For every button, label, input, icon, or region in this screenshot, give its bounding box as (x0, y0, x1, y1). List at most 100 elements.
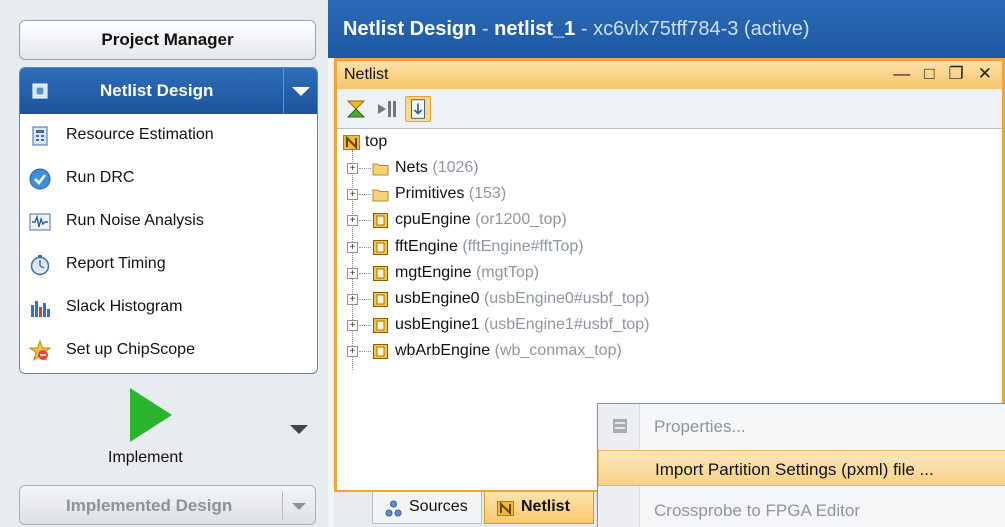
float-icon[interactable]: ❐ (949, 64, 964, 84)
implement-chevron-down-icon[interactable] (290, 425, 308, 434)
flow-item-slack-histogram[interactable]: Slack Histogram (20, 288, 317, 328)
netlist-design-icon (32, 83, 48, 99)
expand-toggle-icon[interactable]: + (347, 267, 358, 279)
expand-toggle-icon[interactable]: + (347, 346, 358, 358)
netlist-design-header[interactable]: Netlist Design (20, 68, 317, 114)
tree-row-usbengine0[interactable]: + usbEngine0 (usbEngine0#usbf_top) (337, 287, 1002, 313)
tree-connector (359, 246, 371, 248)
expand-icon[interactable] (375, 96, 401, 122)
hierarchy-toggle-icon[interactable] (405, 96, 431, 122)
expand-toggle-icon[interactable]: + (347, 241, 358, 253)
chevron-down-icon[interactable] (292, 503, 306, 510)
tree-row-detail: (mgtTop) (475, 263, 540, 281)
tree-row-name: cpuEngine (395, 211, 471, 229)
tree-row-mgtengine[interactable]: + mgtEngine (mgtTop) (337, 261, 1002, 287)
module-icon (373, 344, 388, 360)
flow-item-resource-estimation[interactable]: Resource Estimation (20, 116, 317, 156)
chipscope-icon (29, 340, 51, 362)
flow-item-label: Slack Histogram (66, 298, 183, 315)
tree-row-cpuengine[interactable]: + cpuEngine (or1200_top) (337, 208, 1002, 234)
flow-item-run-drc[interactable]: Run DRC (20, 159, 317, 199)
tree-row-nets[interactable]: + Nets (1026) (337, 156, 1002, 182)
tree-row-usbengine1[interactable]: + usbEngine1 (usbEngine1#usbf_top) (337, 313, 1002, 339)
expand-toggle-icon[interactable]: + (347, 163, 358, 174)
collapse-all-icon[interactable] (343, 96, 369, 122)
module-icon (373, 318, 388, 334)
module-icon (373, 239, 388, 255)
part-name: xc6vlx75tff784-3 (593, 18, 739, 40)
netlist-design-panel: Netlist Design Resource Estimation Run D… (19, 67, 318, 374)
tree-row-name: usbEngine0 (395, 290, 480, 307)
flow-item-label: Run DRC (66, 169, 135, 186)
flow-item-label: Run Noise Analysis (66, 212, 204, 229)
tab-sources[interactable]: Sources (372, 492, 482, 524)
tree-row-name: fftEngine (395, 237, 458, 255)
flow-item-label: Set up ChipScope (66, 341, 195, 358)
netlist-design-dropdown[interactable] (283, 68, 317, 114)
tree-root-label: top (365, 133, 388, 150)
module-icon (373, 292, 388, 307)
netlist-window-header: Netlist — □ ❐ ✕ (337, 61, 1002, 89)
title-separator: - (575, 18, 594, 40)
tree-connector (359, 299, 371, 300)
tab-netlist[interactable]: Netlist (484, 492, 594, 524)
tree-connector (359, 325, 371, 327)
expand-toggle-icon[interactable]: + (347, 294, 358, 305)
flow-item-label: Report Timing (66, 255, 166, 272)
implement-play-icon[interactable] (130, 388, 172, 442)
title-separator: - (476, 18, 495, 40)
design-title-bar: Netlist Design - netlist_1 - xc6vlx75tff… (328, 0, 1005, 58)
tree-row-detail: (usbEngine1#usbf_top) (483, 316, 650, 334)
tree-row-label: mgtEngine (mgtTop) (395, 264, 539, 282)
project-manager-label: Project Manager (101, 30, 234, 49)
tree-row-detail: (153) (468, 185, 507, 203)
design-name: netlist_1 (494, 18, 576, 40)
maximize-icon[interactable]: □ (924, 64, 934, 84)
tree-row-name: Nets (395, 159, 428, 176)
tree-row-label: Nets (1026) (395, 159, 479, 177)
tree-row-label: cpuEngine (or1200_top) (395, 211, 567, 229)
flow-item-report-timing[interactable]: Report Timing (20, 245, 317, 285)
expand-toggle-icon[interactable]: + (347, 215, 358, 227)
menu-item-label: Properties... (654, 417, 746, 436)
flow-navigator: Project Manager Netlist Design Resource … (0, 0, 328, 527)
tree-row-fftengine[interactable]: + fftEngine (fftEngine#fftTop) (337, 235, 1002, 261)
window-controls: — □ ❐ ✕ (893, 64, 992, 84)
netlist-tab-icon (497, 501, 514, 516)
expand-toggle-icon[interactable]: + (347, 189, 358, 201)
tree-row-wbarbengine[interactable]: + wbArbEngine (wb_conmax_top) (337, 339, 1002, 365)
tree-row-detail: (usbEngine0#usbf_top) (483, 290, 650, 307)
design-title-main: Netlist Design (343, 18, 477, 40)
tree-connector (359, 168, 371, 169)
flow-item-run-noise-analysis[interactable]: Run Noise Analysis (20, 202, 317, 242)
close-icon[interactable]: ✕ (978, 64, 992, 84)
context-menu: Properties... Import Partition Settings … (597, 403, 1005, 527)
tree-row-primitives[interactable]: + Primitives (153) (337, 182, 1002, 208)
tree-row-name: mgtEngine (395, 263, 472, 281)
implemented-design-button[interactable]: Implemented Design (19, 485, 316, 525)
project-manager-button[interactable]: Project Manager (19, 20, 316, 60)
tab-sources-label: Sources (409, 498, 468, 515)
tree-connector (359, 351, 371, 353)
netlist-toolbar (337, 89, 1002, 129)
menu-item-crossprobe-fpga-editor[interactable]: Crossprobe to FPGA Editor (598, 492, 1005, 527)
properties-icon (613, 419, 627, 433)
minimize-icon[interactable]: — (893, 64, 910, 84)
tree-row-detail: (1026) (432, 159, 479, 176)
histogram-icon (31, 301, 50, 317)
check-circle-icon (29, 168, 51, 190)
tree-connector (359, 220, 371, 222)
resource-estimation-icon (32, 126, 48, 146)
module-icon (373, 213, 388, 229)
implemented-design-separator (282, 492, 283, 520)
implement-label[interactable]: Implement (108, 449, 183, 467)
folder-icon (372, 163, 389, 176)
expand-toggle-icon[interactable]: + (347, 320, 358, 332)
netlist-design-label: Netlist Design (100, 81, 214, 100)
tree-row-label: fftEngine (fftEngine#fftTop) (395, 238, 584, 256)
menu-item-import-partition-settings[interactable]: Import Partition Settings (pxml) file ..… (598, 450, 1005, 486)
tree-root[interactable]: top (337, 130, 1002, 156)
implemented-design-label: Implemented Design (66, 496, 233, 515)
flow-item-set-up-chipscope[interactable]: Set up ChipScope (20, 331, 317, 371)
menu-item-properties[interactable]: Properties... (598, 408, 1005, 444)
